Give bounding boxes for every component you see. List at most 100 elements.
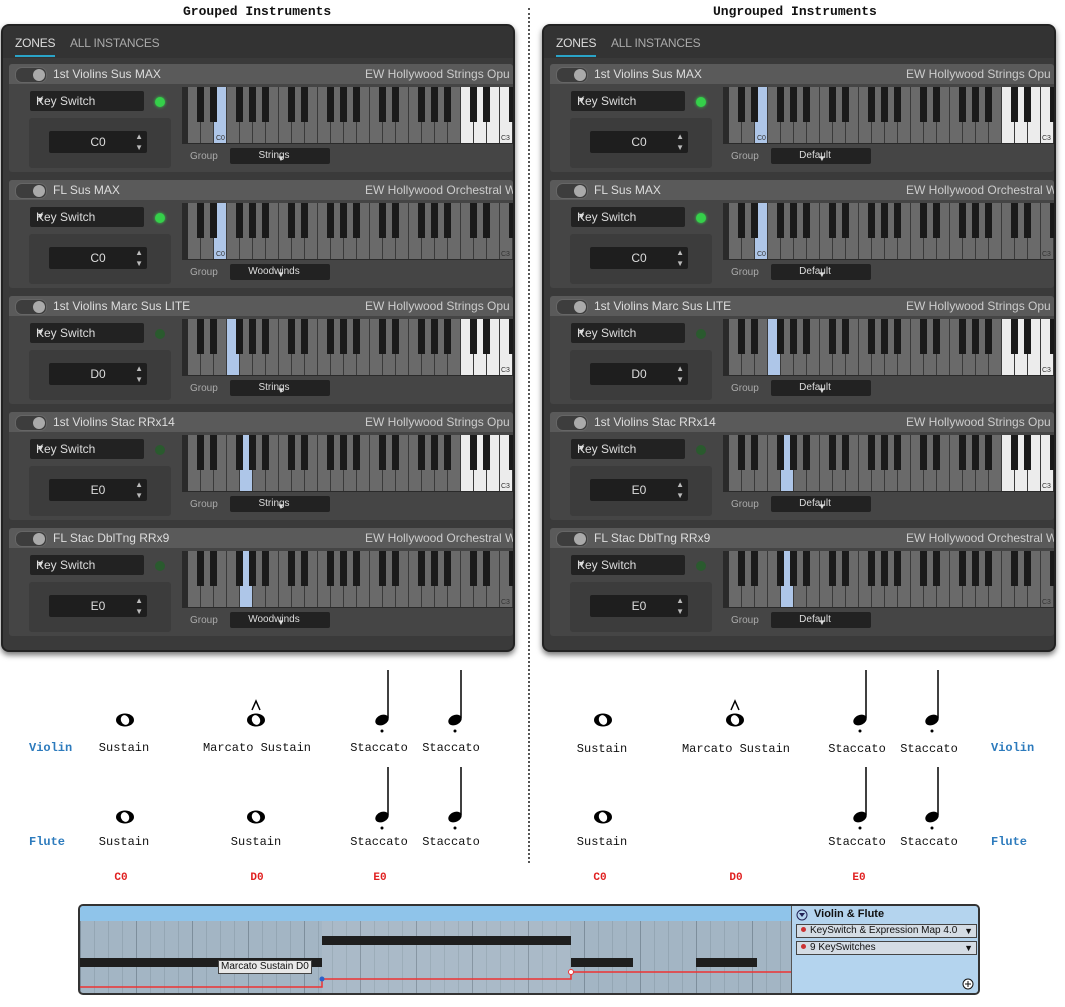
black-key[interactable]	[262, 319, 269, 354]
black-key[interactable]	[1050, 551, 1054, 586]
black-key[interactable]	[777, 319, 784, 354]
keyswitches-select[interactable]: 9 KeySwitches ▼	[796, 941, 977, 955]
group-dropdown[interactable]: Woodwinds ▼	[230, 612, 330, 628]
black-key[interactable]	[249, 203, 256, 238]
black-key[interactable]	[933, 435, 940, 470]
zone-keyboard[interactable]: C3	[723, 551, 1054, 608]
black-key[interactable]	[509, 87, 513, 122]
group-dropdown[interactable]: Strings ▼	[230, 148, 330, 164]
black-key[interactable]	[1024, 319, 1031, 354]
black-key[interactable]	[197, 203, 204, 238]
black-key[interactable]	[509, 203, 513, 238]
black-key[interactable]	[868, 435, 875, 470]
zone-enable-toggle[interactable]	[15, 299, 47, 315]
black-key[interactable]	[803, 551, 810, 586]
black-key[interactable]	[972, 319, 979, 354]
black-key[interactable]	[894, 87, 901, 122]
black-key[interactable]	[392, 87, 399, 122]
black-key[interactable]	[1050, 319, 1054, 354]
zone-keyboard[interactable]: C3	[182, 319, 513, 376]
black-key[interactable]	[327, 435, 334, 470]
black-key[interactable]	[959, 87, 966, 122]
black-key[interactable]	[418, 203, 425, 238]
black-key[interactable]	[379, 203, 386, 238]
black-key[interactable]	[431, 551, 438, 586]
black-key[interactable]	[483, 87, 490, 122]
black-key[interactable]	[340, 551, 347, 586]
zone-keyboard[interactable]: C0 C3	[723, 87, 1054, 144]
black-key[interactable]	[985, 551, 992, 586]
black-key[interactable]	[379, 551, 386, 586]
keyswitch-dropdown[interactable]: Key Switch ▼	[30, 439, 144, 459]
zone-keyboard[interactable]: C3	[182, 551, 513, 608]
black-key[interactable]	[933, 87, 940, 122]
black-key[interactable]	[1024, 203, 1031, 238]
keyswitch-automation-lane[interactable]	[80, 906, 792, 993]
black-key[interactable]	[842, 87, 849, 122]
group-dropdown[interactable]: Default ▼	[771, 496, 871, 512]
black-key[interactable]	[210, 203, 217, 238]
black-key[interactable]	[868, 87, 875, 122]
black-key[interactable]	[210, 551, 217, 586]
black-key[interactable]	[790, 435, 797, 470]
black-key[interactable]	[959, 203, 966, 238]
black-key[interactable]	[509, 319, 513, 354]
black-key[interactable]	[881, 203, 888, 238]
black-key[interactable]	[1011, 551, 1018, 586]
black-key[interactable]	[829, 319, 836, 354]
stepper-arrows-icon[interactable]: ▲ ▼	[676, 363, 684, 385]
black-key[interactable]	[738, 87, 745, 122]
black-key[interactable]	[249, 319, 256, 354]
note-spinner[interactable]: E0 ▲ ▼	[590, 479, 688, 501]
black-key[interactable]	[1011, 319, 1018, 354]
black-key[interactable]	[470, 203, 477, 238]
zone-enable-toggle[interactable]	[556, 67, 588, 83]
stepper-arrows-icon[interactable]: ▲ ▼	[676, 247, 684, 269]
black-key[interactable]	[829, 551, 836, 586]
note-spinner[interactable]: D0 ▲ ▼	[49, 363, 147, 385]
black-key[interactable]	[431, 435, 438, 470]
black-key[interactable]	[881, 435, 888, 470]
black-key[interactable]	[483, 435, 490, 470]
black-key[interactable]	[985, 203, 992, 238]
keyswitch-dropdown[interactable]: Key Switch ▼	[571, 439, 685, 459]
group-dropdown[interactable]: Default ▼	[771, 612, 871, 628]
note-spinner[interactable]: E0 ▲ ▼	[49, 595, 147, 617]
group-dropdown[interactable]: Default ▼	[771, 380, 871, 396]
black-key[interactable]	[829, 87, 836, 122]
black-key[interactable]	[418, 435, 425, 470]
stepper-arrows-icon[interactable]: ▲ ▼	[135, 247, 143, 269]
black-key[interactable]	[777, 551, 784, 586]
stepper-arrows-icon[interactable]: ▲ ▼	[135, 363, 143, 385]
black-key[interactable]	[249, 87, 256, 122]
black-key[interactable]	[249, 551, 256, 586]
black-key[interactable]	[444, 551, 451, 586]
note-spinner[interactable]: C0 ▲ ▼	[590, 131, 688, 153]
black-key[interactable]	[431, 203, 438, 238]
black-key[interactable]	[894, 319, 901, 354]
black-key[interactable]	[353, 87, 360, 122]
zone-keyboard[interactable]: C0 C3	[182, 203, 513, 260]
black-key[interactable]	[738, 319, 745, 354]
group-dropdown[interactable]: Default ▼	[771, 264, 871, 280]
black-key[interactable]	[894, 203, 901, 238]
black-key[interactable]	[972, 87, 979, 122]
zone-enable-toggle[interactable]	[556, 299, 588, 315]
black-key[interactable]	[803, 203, 810, 238]
black-key[interactable]	[353, 319, 360, 354]
keyswitch-dropdown[interactable]: Key Switch ▼	[571, 555, 685, 575]
keyswitch-dropdown[interactable]: Key Switch ▼	[30, 555, 144, 575]
black-key[interactable]	[301, 87, 308, 122]
black-key[interactable]	[933, 551, 940, 586]
stepper-arrows-icon[interactable]: ▲ ▼	[676, 479, 684, 501]
black-key[interactable]	[790, 203, 797, 238]
black-key[interactable]	[470, 551, 477, 586]
black-key[interactable]	[751, 87, 758, 122]
black-key[interactable]	[959, 319, 966, 354]
black-key[interactable]	[236, 435, 243, 470]
black-key[interactable]	[920, 435, 927, 470]
black-key[interactable]	[881, 319, 888, 354]
zone-enable-toggle[interactable]	[556, 531, 588, 547]
black-key[interactable]	[920, 551, 927, 586]
black-key[interactable]	[431, 87, 438, 122]
